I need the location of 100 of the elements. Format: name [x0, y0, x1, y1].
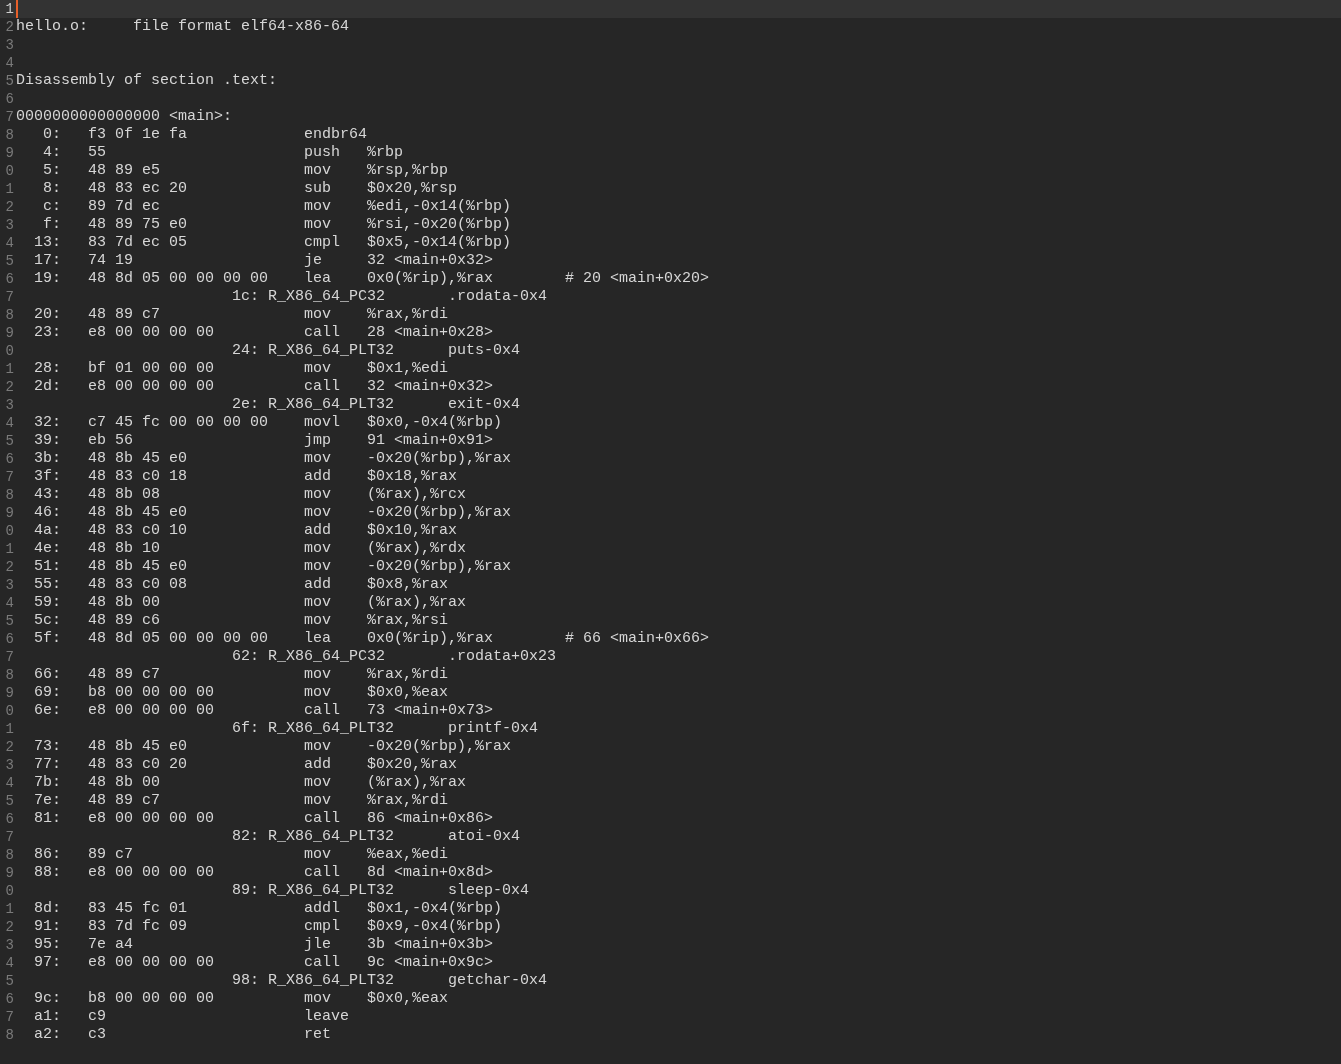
line-number: 5 — [4, 432, 15, 450]
line-number: 6 — [4, 630, 15, 648]
instruction-mnemonic: call — [304, 954, 341, 971]
instruction-mnemonic: cmpl — [304, 234, 341, 251]
line-number: 0 — [4, 522, 15, 540]
line-number: 4 — [4, 234, 15, 252]
instruction-bytes: 48 83 ec 20 — [88, 180, 188, 197]
instruction-mnemonic: mov — [304, 198, 332, 215]
instruction-mnemonic: ret — [304, 1026, 332, 1043]
instruction-bytes: 48 89 e5 — [88, 162, 160, 179]
instruction-bytes: 48 89 c7 — [88, 792, 160, 809]
instruction-mnemonic: mov — [304, 486, 332, 503]
instruction-bytes: 48 89 75 e0 — [88, 216, 188, 233]
line-number: 9 — [4, 684, 15, 702]
instruction-mnemonic: mov — [304, 738, 332, 755]
instruction-mnemonic: lea — [304, 270, 332, 287]
relocation-symbol: .rodata+0x23 — [448, 648, 557, 666]
instruction-operands: %rbp — [367, 144, 404, 161]
instruction-address: 3f: — [34, 468, 61, 485]
instruction-operands: -0x20(%rbp),%rax — [367, 738, 512, 755]
instruction-mnemonic: mov — [304, 558, 332, 575]
instruction-mnemonic: mov — [304, 990, 332, 1007]
instruction-bytes: 48 8b 08 — [88, 486, 160, 503]
relocation-symbol: exit-0x4 — [448, 396, 521, 414]
instruction-address: 55: — [34, 576, 61, 593]
line-number: 3 — [4, 936, 15, 954]
instruction-bytes: f3 0f 1e fa — [88, 126, 188, 143]
line-number: 0 — [4, 342, 15, 360]
line-number: 3 — [4, 36, 15, 54]
line-number: 9 — [4, 504, 15, 522]
instruction-mnemonic: mov — [304, 162, 332, 179]
instruction-comment: # 20 <main+0x20> — [565, 270, 710, 288]
instruction-mnemonic: addl — [304, 900, 341, 917]
instruction-address: 6e: — [34, 702, 61, 719]
instruction-mnemonic: jmp — [304, 432, 332, 449]
line-number: 1 — [4, 180, 15, 198]
instruction-address: 95: — [34, 936, 61, 953]
instruction-bytes: c9 — [88, 1008, 106, 1025]
instruction-address: 91: — [34, 918, 61, 935]
instruction-operands: %rax,%rdi — [367, 666, 449, 683]
instruction-bytes: eb 56 — [88, 432, 133, 449]
instruction-operands: 9c <main+0x9c> — [367, 954, 494, 971]
instruction-bytes: 48 8b 45 e0 — [88, 738, 188, 755]
line-number: 5 — [4, 252, 15, 270]
line-number: 7 — [4, 288, 15, 306]
instruction-address: 2d: — [34, 378, 61, 395]
instruction-bytes: e8 00 00 00 00 — [88, 864, 215, 881]
instruction-address: 46: — [34, 504, 61, 521]
instruction-mnemonic: mov — [304, 612, 332, 629]
line-number: 3 — [4, 756, 15, 774]
line-number: 6 — [4, 450, 15, 468]
instruction-bytes: 89 c7 — [88, 846, 133, 863]
line-number: 1 — [4, 900, 15, 918]
line-number: 1 — [4, 540, 15, 558]
line-number: 2 — [4, 918, 15, 936]
instruction-operands: 91 <main+0x91> — [367, 432, 494, 449]
line-number: 1 — [4, 720, 15, 738]
line-number: 7 — [4, 828, 15, 846]
instruction-address: c: — [43, 198, 61, 215]
relocation-offset: 2e: — [232, 396, 260, 413]
instruction-operands: $0x9,-0x4(%rbp) — [367, 918, 503, 935]
instruction-bytes: e8 00 00 00 00 — [88, 702, 215, 719]
instruction-operands: %rax,%rdi — [367, 792, 449, 809]
relocation-symbol: getchar-0x4 — [448, 972, 548, 990]
instruction-operands: 73 <main+0x73> — [367, 702, 494, 719]
instruction-address: 0: — [43, 126, 61, 143]
instruction-address: 66: — [34, 666, 61, 683]
relocation-type: R_X86_64_PLT32 — [268, 882, 395, 899]
instruction-address: f: — [43, 216, 61, 233]
instruction-address: 20: — [34, 306, 61, 323]
instruction-address: 81: — [34, 810, 61, 827]
relocation-type: R_X86_64_PLT32 — [268, 342, 395, 359]
relocation-offset: 62: — [232, 648, 260, 665]
text-cursor — [16, 0, 18, 18]
relocation-symbol: atoi-0x4 — [448, 828, 521, 846]
line-number: 8 — [4, 486, 15, 504]
instruction-address: 7e: — [34, 792, 61, 809]
instruction-operands: %eax,%edi — [367, 846, 449, 863]
instruction-bytes: 48 83 c0 18 — [88, 468, 188, 485]
relocation-offset: 6f: — [232, 720, 260, 737]
instruction-operands: -0x20(%rbp),%rax — [367, 450, 512, 467]
relocation-type: R_X86_64_PC32 — [268, 288, 386, 305]
line-number: 0 — [4, 702, 15, 720]
instruction-mnemonic: sub — [304, 180, 332, 197]
instruction-bytes: 48 8b 45 e0 — [88, 558, 188, 575]
instruction-operands: %rsi,-0x20(%rbp) — [367, 216, 512, 233]
instruction-mnemonic: mov — [304, 684, 332, 701]
instruction-bytes: 48 8b 00 — [88, 774, 160, 791]
instruction-operands: (%rax),%rax — [367, 774, 467, 791]
line-number: 1 — [4, 360, 15, 378]
line-number: 5 — [4, 612, 15, 630]
line-number: 4 — [4, 954, 15, 972]
instruction-operands: 32 <main+0x32> — [367, 378, 494, 395]
instruction-mnemonic: call — [304, 702, 341, 719]
instruction-operands: %edi,-0x14(%rbp) — [367, 198, 512, 215]
relocation-type: R_X86_64_PLT32 — [268, 720, 395, 737]
instruction-mnemonic: leave — [304, 1008, 350, 1025]
instruction-address: 4e: — [34, 540, 61, 557]
instruction-address: 88: — [34, 864, 61, 881]
line-number: 6 — [4, 990, 15, 1008]
